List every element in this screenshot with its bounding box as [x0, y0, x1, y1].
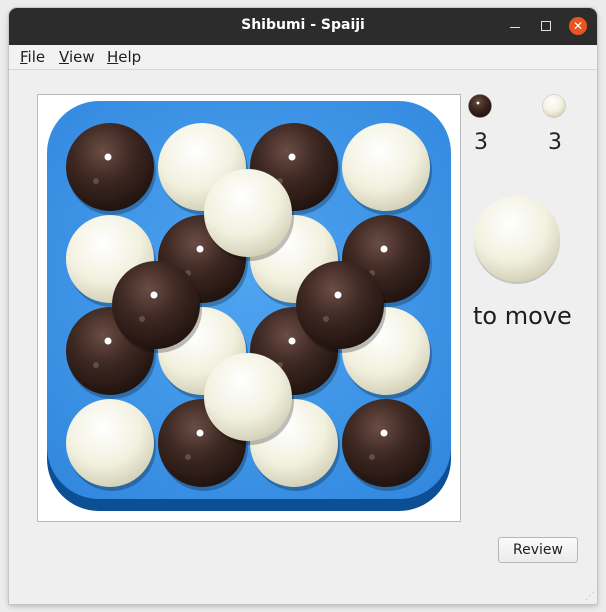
- board-canvas[interactable]: [38, 95, 460, 521]
- white-count: 3: [548, 130, 562, 155]
- resize-grip-icon[interactable]: ⋰: [585, 591, 595, 602]
- maximize-icon[interactable]: [536, 16, 556, 36]
- menu-view[interactable]: View: [59, 48, 95, 66]
- title-bar[interactable]: Shibumi - Spaiji ✕: [9, 8, 597, 45]
- game-board[interactable]: [37, 94, 461, 522]
- to-move-label: to move: [473, 302, 572, 330]
- black-stone-indicator: [468, 94, 492, 118]
- current-player-stone: [471, 194, 563, 286]
- minimize-icon[interactable]: [505, 16, 525, 36]
- menu-bar: File View Help: [9, 45, 597, 70]
- white-stone-indicator: [542, 94, 566, 118]
- review-button[interactable]: Review: [498, 537, 578, 563]
- black-count: 3: [474, 130, 488, 155]
- app-window: Shibumi - Spaiji ✕ File View Help 3 3 to…: [9, 8, 597, 604]
- menu-help[interactable]: Help: [107, 48, 141, 66]
- close-icon[interactable]: ✕: [569, 17, 587, 35]
- menu-file[interactable]: File: [20, 48, 45, 66]
